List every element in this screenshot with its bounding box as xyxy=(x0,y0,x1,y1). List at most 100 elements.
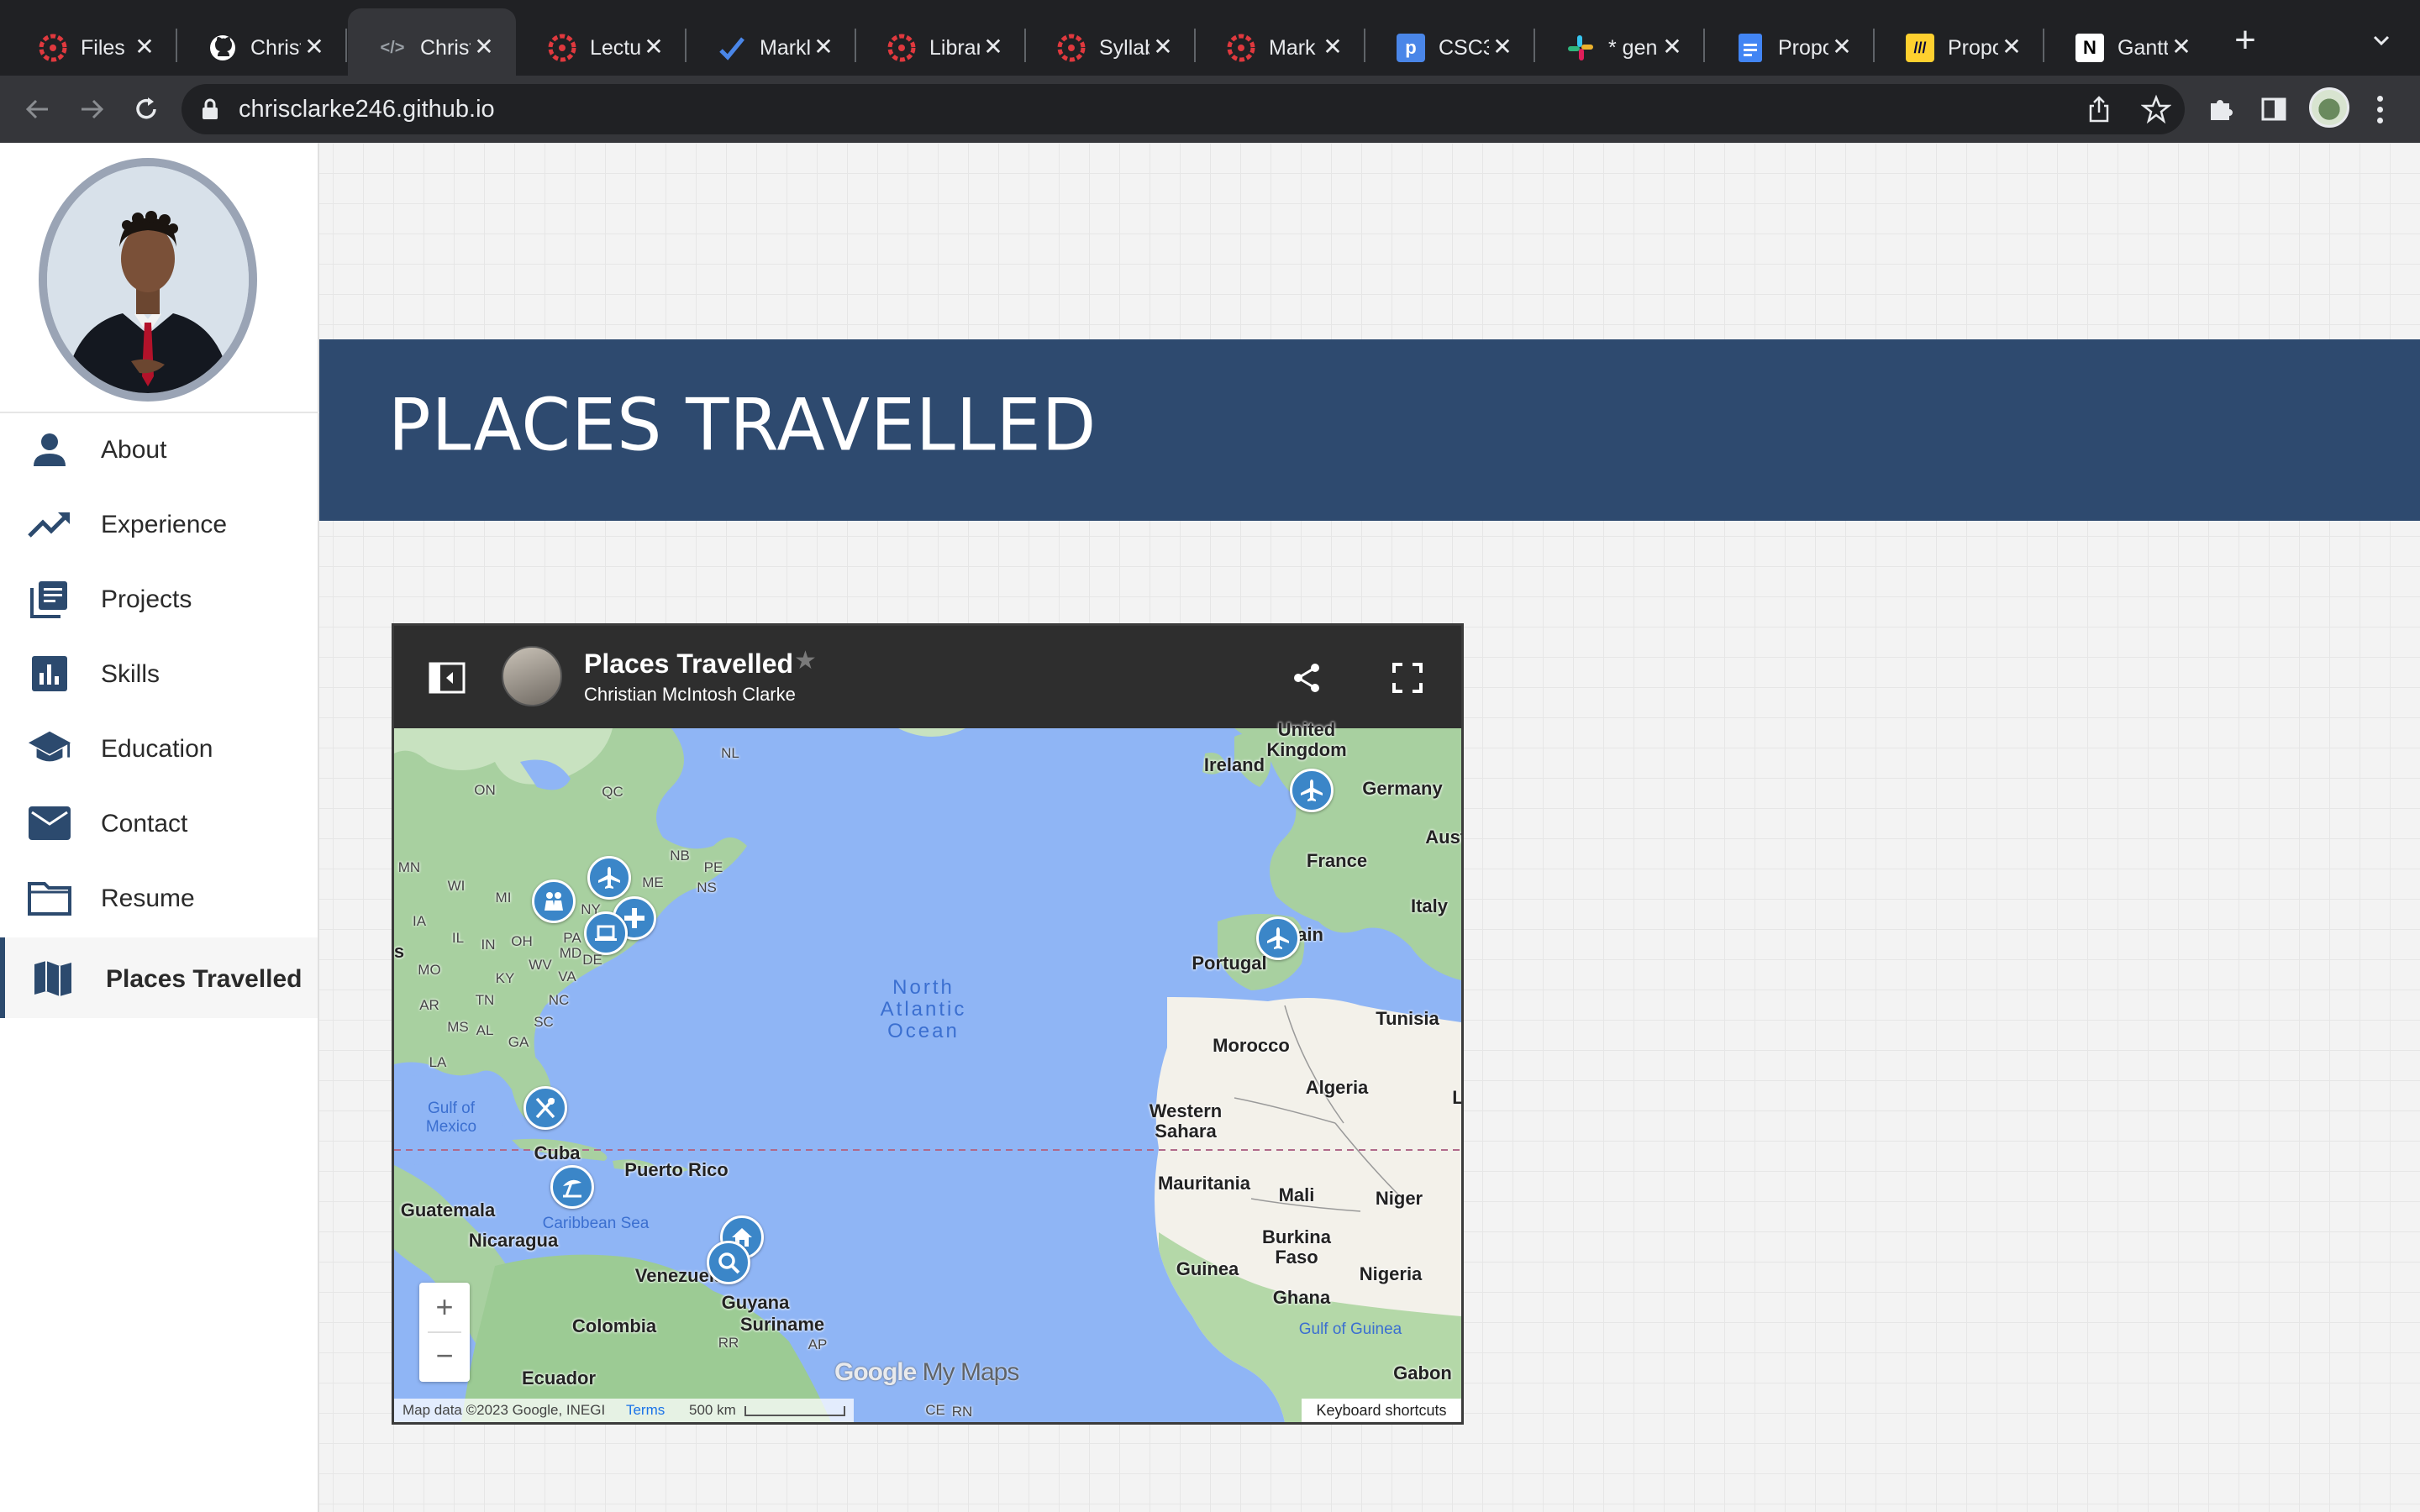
sidebar-item-about[interactable]: About xyxy=(0,413,318,487)
browser-tab[interactable]: * gen ✕ xyxy=(1536,8,1705,76)
tab-title: Mark xyxy=(1269,36,1316,60)
tab-title: Propo xyxy=(1948,36,1998,60)
side-panel-icon[interactable] xyxy=(2252,87,2296,131)
pin-london-flight[interactable] xyxy=(1290,769,1334,812)
sidebar-item-skills[interactable]: Skills xyxy=(0,638,318,711)
bookmark-star-icon[interactable] xyxy=(2140,94,2172,129)
sidebar-item-resume[interactable]: Resume xyxy=(0,862,318,936)
pin-boston-flight[interactable] xyxy=(587,856,631,900)
close-icon[interactable]: ✕ xyxy=(301,32,328,62)
close-icon[interactable]: ✕ xyxy=(1489,32,1516,62)
sidebar-item-experience[interactable]: Experience xyxy=(0,488,318,562)
sidebar-item-contact[interactable]: Contact xyxy=(0,787,318,861)
address-bar[interactable]: chrisclarke246.github.io xyxy=(182,84,2185,134)
browser-tab[interactable]: Propo ✕ xyxy=(1706,8,1875,76)
mail-icon xyxy=(27,802,72,844)
share-icon[interactable] xyxy=(2084,94,2114,129)
close-icon[interactable]: ✕ xyxy=(1828,32,1855,62)
reload-button[interactable] xyxy=(124,87,168,131)
legend-toggle-icon[interactable] xyxy=(428,661,468,695)
trending-up-icon xyxy=(27,503,72,545)
map-label: MO xyxy=(418,962,441,978)
close-icon[interactable]: ✕ xyxy=(1659,32,1686,62)
pin-dc-work[interactable] xyxy=(584,911,628,955)
map-label: United Kingdom xyxy=(1266,719,1347,760)
profile-avatar[interactable] xyxy=(2309,87,2349,128)
sidebar-item-label: Projects xyxy=(101,585,192,613)
map-label: Colombia xyxy=(571,1315,657,1336)
google-my-maps-logo[interactable]: Google My Maps xyxy=(834,1358,1019,1387)
map-label: NC xyxy=(548,992,570,1008)
close-icon[interactable]: ✕ xyxy=(471,32,497,62)
zoom-in-button[interactable]: + xyxy=(419,1283,470,1331)
tab-separator xyxy=(176,29,177,62)
browser-tab[interactable]: Files ✕ xyxy=(8,8,177,76)
browser-tab[interactable]: Syllab ✕ xyxy=(1027,8,1196,76)
map-label: Ghana xyxy=(1272,1287,1331,1308)
close-icon[interactable]: ✕ xyxy=(810,32,837,62)
tab-separator xyxy=(685,29,687,62)
map-label: Guinea xyxy=(1176,1258,1239,1279)
pin-new-york-people[interactable] xyxy=(532,879,576,923)
terms-link[interactable]: Terms xyxy=(626,1402,665,1418)
slack-icon xyxy=(1566,34,1595,62)
map-label: Burkina Faso xyxy=(1262,1226,1331,1268)
sidebar-item-places-travelled[interactable]: Places Travelled xyxy=(0,937,318,1018)
tab-title: Markl xyxy=(760,36,810,60)
browser-tab[interactable]: /// Propo ✕ xyxy=(1876,8,2044,76)
browser-tab[interactable]: p CSC3 ✕ xyxy=(1366,8,1535,76)
browser-tab[interactable]: Christ ✕ xyxy=(178,8,347,76)
pin-jamaica-beach[interactable] xyxy=(550,1165,594,1209)
close-icon[interactable]: ✕ xyxy=(1319,32,1346,62)
extensions-icon[interactable] xyxy=(2198,87,2242,131)
sidebar-item-projects[interactable]: Projects xyxy=(0,563,318,637)
chevron-down-icon[interactable] xyxy=(2366,25,2396,55)
pin-trinidad-search[interactable] xyxy=(707,1241,750,1284)
back-button[interactable] xyxy=(15,87,59,131)
url-text[interactable]: chrisclarke246.github.io xyxy=(239,94,495,124)
browser-tab[interactable]: N Gantt ✕ xyxy=(2045,8,2213,76)
scale-text[interactable]: 500 km xyxy=(689,1402,736,1418)
map-label: France xyxy=(1306,850,1368,871)
embedded-map[interactable]: Places Travelled ★ Christian McIntosh Cl… xyxy=(392,623,1464,1425)
star-icon[interactable]: ★ xyxy=(794,646,817,675)
pin-spain-flight[interactable] xyxy=(1256,916,1300,960)
miro-icon: /// xyxy=(1906,34,1934,62)
browser-tab[interactable]: Markl ✕ xyxy=(687,8,856,76)
close-icon[interactable]: ✕ xyxy=(1998,32,2025,62)
canvas-icon xyxy=(1057,34,1086,62)
map-label: Niger xyxy=(1375,1188,1423,1209)
close-icon[interactable]: ✕ xyxy=(640,32,667,62)
fullscreen-icon[interactable] xyxy=(1391,661,1424,695)
sidebar-item-label: Resume xyxy=(101,885,195,912)
close-icon[interactable]: ✕ xyxy=(2168,32,2195,62)
browser-tab[interactable]: Librar ✕ xyxy=(857,8,1026,76)
map-canvas[interactable]: NL ON QC NB PE NS ME MN WI MI NY IA IL I… xyxy=(394,720,1461,1422)
close-icon[interactable]: ✕ xyxy=(131,32,158,62)
pin-florida-food[interactable] xyxy=(523,1086,567,1130)
library-books-icon xyxy=(27,578,72,620)
sidebar-item-label: Places Travelled xyxy=(106,965,302,993)
forward-button[interactable] xyxy=(71,87,114,131)
share-icon[interactable] xyxy=(1290,661,1323,695)
canvas-icon xyxy=(1227,34,1255,62)
page-content: About Experience Projects Skills Educati… xyxy=(0,143,2420,1512)
browser-tab[interactable]: Mark ✕ xyxy=(1197,8,1365,76)
map-label: Tunisia xyxy=(1376,1008,1439,1029)
person-icon xyxy=(27,428,72,470)
map-label: PA xyxy=(563,930,581,946)
new-tab-button[interactable]: + xyxy=(2228,22,2262,59)
map-label: Cuba xyxy=(534,1142,581,1163)
lock-icon[interactable] xyxy=(200,97,220,125)
map-label: OH xyxy=(511,933,533,949)
browser-tab[interactable]: Lectu ✕ xyxy=(518,8,687,76)
close-icon[interactable]: ✕ xyxy=(980,32,1007,62)
keyboard-shortcuts-link[interactable]: Keyboard shortcuts xyxy=(1302,1399,1461,1422)
more-menu-icon[interactable] xyxy=(2363,87,2396,131)
close-icon[interactable]: ✕ xyxy=(1150,32,1176,62)
tab-title: Christ xyxy=(420,36,471,60)
sidebar-item-education[interactable]: Education xyxy=(0,712,318,786)
zoom-controls: + − xyxy=(419,1283,470,1382)
browser-tab-active[interactable]: </> Christ ✕ xyxy=(348,8,516,76)
zoom-out-button[interactable]: − xyxy=(419,1331,470,1380)
